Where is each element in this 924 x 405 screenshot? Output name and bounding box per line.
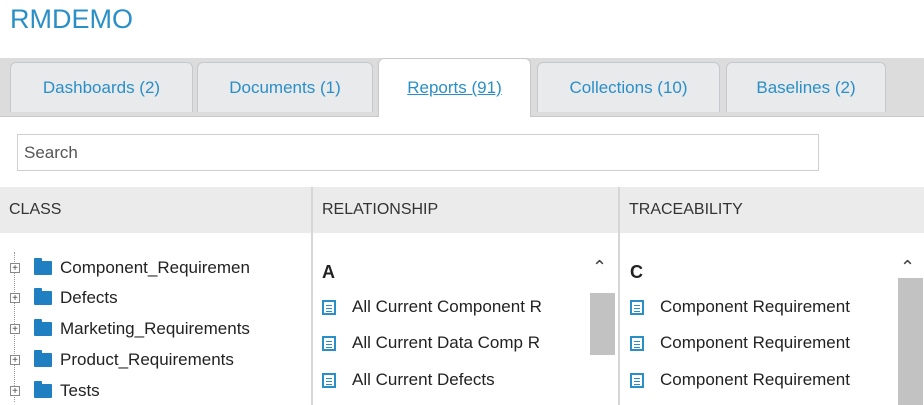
folder-icon	[34, 258, 52, 275]
tree-item-label: Product_Requirements	[60, 350, 234, 369]
tree-item[interactable]: + Marketing_Requirements	[10, 317, 250, 341]
search-input[interactable]	[17, 134, 819, 171]
folder-icon	[34, 319, 52, 336]
tree-item[interactable]: + Tests	[10, 379, 100, 403]
column-divider	[618, 187, 620, 405]
report-icon	[630, 335, 644, 351]
expand-icon[interactable]: +	[10, 263, 20, 274]
tab-reports[interactable]: Reports (91)	[378, 58, 531, 117]
tree-item-label: Defects	[60, 288, 118, 307]
scroll-up-icon[interactable]: ⌃	[592, 257, 607, 278]
tab-label: Documents (1)	[229, 77, 341, 97]
relationship-column-header[interactable]: RELATIONSHIP	[313, 187, 618, 233]
tree-item[interactable]: + Component_Requiremen	[10, 256, 250, 280]
scrollbar-thumb[interactable]	[898, 278, 923, 405]
report-icon	[322, 372, 336, 388]
report-label: All Current Data Comp R	[352, 333, 541, 352]
report-icon	[630, 299, 644, 315]
tab-collections[interactable]: Collections (10)	[537, 62, 720, 112]
tree-item-label: Tests	[60, 381, 100, 400]
report-label: Component Requirement	[660, 370, 850, 389]
tab-bar: Dashboards (2) Documents (1) Reports (91…	[0, 58, 924, 117]
report-label: All Current Component R	[352, 297, 542, 316]
report-label: Component Requirement	[660, 333, 850, 352]
report-item[interactable]: All Current Defects	[322, 367, 586, 393]
expand-icon[interactable]: +	[10, 293, 20, 304]
scrollbar-thumb[interactable]	[590, 293, 615, 355]
report-icon	[630, 372, 644, 388]
tab-documents[interactable]: Documents (1)	[197, 62, 373, 112]
expand-icon[interactable]: +	[10, 324, 20, 335]
report-item[interactable]: All Current Data Comp R	[322, 330, 586, 356]
tab-label: Baselines (2)	[756, 77, 856, 97]
report-label: Component Requirement	[660, 297, 850, 316]
tab-baselines[interactable]: Baselines (2)	[726, 62, 886, 112]
tree-item-label: Marketing_Requirements	[60, 319, 250, 338]
tab-label: Collections (10)	[569, 77, 688, 97]
folder-icon	[34, 350, 52, 367]
report-icon	[322, 299, 336, 315]
report-icon	[322, 335, 336, 351]
group-letter: A	[322, 262, 335, 282]
traceability-column-header[interactable]: TRACEABILITY	[620, 187, 924, 233]
tree-item[interactable]: + Defects	[10, 286, 118, 310]
scroll-up-icon[interactable]: ⌃	[900, 257, 915, 278]
project-title: RMDEMO	[10, 4, 133, 34]
report-item[interactable]: Component Requirement	[630, 294, 894, 320]
tab-label: Reports (91)	[407, 78, 502, 97]
expand-icon[interactable]: +	[10, 355, 20, 366]
tree-item-label: Component_Requiremen	[60, 258, 250, 277]
folder-icon	[34, 381, 52, 398]
tab-dashboards[interactable]: Dashboards (2)	[10, 62, 193, 112]
folder-icon	[34, 288, 52, 305]
tab-label: Dashboards (2)	[42, 77, 161, 97]
report-label: All Current Defects	[352, 370, 495, 389]
report-item[interactable]: Component Requirement	[630, 330, 894, 356]
expand-icon[interactable]: +	[10, 386, 20, 397]
report-item[interactable]: All Current Component R	[322, 294, 586, 320]
report-item[interactable]: Component Requirement	[630, 367, 894, 393]
column-divider	[311, 187, 313, 405]
tree-item[interactable]: + Product_Requirements	[10, 348, 234, 372]
group-letter: C	[630, 262, 643, 282]
class-column-header[interactable]: CLASS	[0, 187, 311, 233]
